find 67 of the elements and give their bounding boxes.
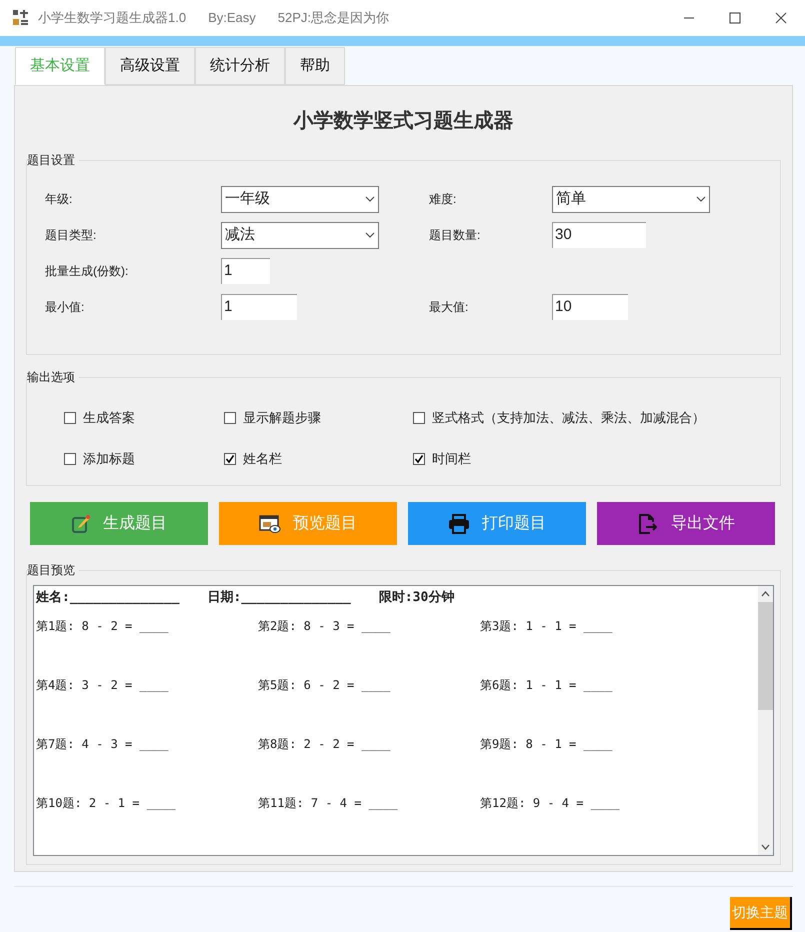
problem-text: 第11题: 7 - 4 = ____ [258,796,398,810]
problem-text: 第2题: 8 - 3 = ____ [258,619,390,633]
close-icon[interactable] [775,12,787,24]
scrollbar[interactable] [758,586,773,855]
author-text: By:Easy [208,9,256,28]
input-field[interactable]: 10 [552,294,628,320]
page-heading: 小学数学竖式习题生成器 [294,109,514,134]
checkbox-label: 添加标题 [83,450,135,468]
problem-text: 第1题: 8 - 2 = ____ [36,619,168,633]
tab[interactable]: 统计分析 [195,47,285,85]
dropdown[interactable]: 一年级 [221,186,379,212]
app-icon [12,9,30,27]
action-button[interactable]: 导出文件 [597,502,775,545]
problem-text: 第7题: 4 - 3 = ____ [36,737,168,751]
scroll-thumb[interactable] [758,602,773,710]
preview-icon [259,514,281,534]
field-label: 题目类型: [45,227,98,244]
chevron-down-icon [696,196,706,202]
credit-text: 52PJ:思念是因为你 [278,9,390,28]
problem-text: 第9题: 8 - 1 = ____ [480,737,612,751]
problem-text: 第10题: 2 - 1 = ____ [36,796,176,810]
scroll-down-icon[interactable] [761,844,770,850]
window-title: 小学生数学习题生成器1.0 [38,9,186,28]
header-field: 限时:30分钟 [378,588,454,608]
field-label: 题目数量: [429,227,482,244]
checkbox-label: 时间栏 [432,450,471,468]
problem-text: 第5题: 6 - 2 = ____ [258,678,390,692]
field-label: 最大值: [429,299,470,316]
checkbox-label: 姓名栏 [243,450,282,468]
scroll-up-icon[interactable] [761,591,770,597]
input-field[interactable]: 1 [221,294,297,320]
checkbox[interactable] [413,412,425,424]
checkbox[interactable] [224,412,236,424]
dropdown[interactable]: 简单 [552,186,710,212]
maximize-icon[interactable] [729,12,741,24]
chevron-down-icon [365,196,375,202]
problem-text: 第8题: 2 - 2 = ____ [258,737,390,751]
printer-icon [448,514,470,534]
checkbox[interactable] [224,452,236,464]
checkbox-label: 显示解题步骤 [243,408,321,427]
checkbox[interactable] [64,452,76,464]
group-title: 输出选项 [27,369,79,385]
tab[interactable]: 帮助 [285,47,345,85]
checkbox-label: 生成答案 [83,408,135,427]
export-icon [637,514,657,534]
header-field: 日期:______________ [207,588,351,608]
field-label: 难度: [429,191,458,208]
input-field[interactable]: 1 [221,258,270,284]
problem-text: 第3题: 1 - 1 = ____ [480,619,612,633]
field-label: 年级: [45,191,74,208]
problem-text: 第4题: 3 - 2 = ____ [36,678,168,692]
tab[interactable]: 高级设置 [105,47,195,85]
edit-icon [71,514,91,534]
checkbox[interactable] [64,412,76,424]
problem-text: 第6题: 1 - 1 = ____ [480,678,612,692]
field-label: 最小值: [45,299,86,316]
checkbox-label: 竖式格式（支持加法、减法、乘法、加减混合） [432,408,705,427]
header-field: 姓名:______________ [36,588,180,608]
chevron-down-icon [365,232,375,238]
problem-text: 第12题: 9 - 4 = ____ [480,796,620,810]
preview-text-area[interactable] [33,585,774,856]
dropdown[interactable]: 减法 [221,222,379,248]
field-label: 批量生成(份数): [45,263,130,280]
group-title: 题目预览 [27,562,79,578]
input-field[interactable]: 30 [552,222,646,248]
checkbox[interactable] [413,452,425,464]
group-title: 题目设置 [27,152,79,168]
